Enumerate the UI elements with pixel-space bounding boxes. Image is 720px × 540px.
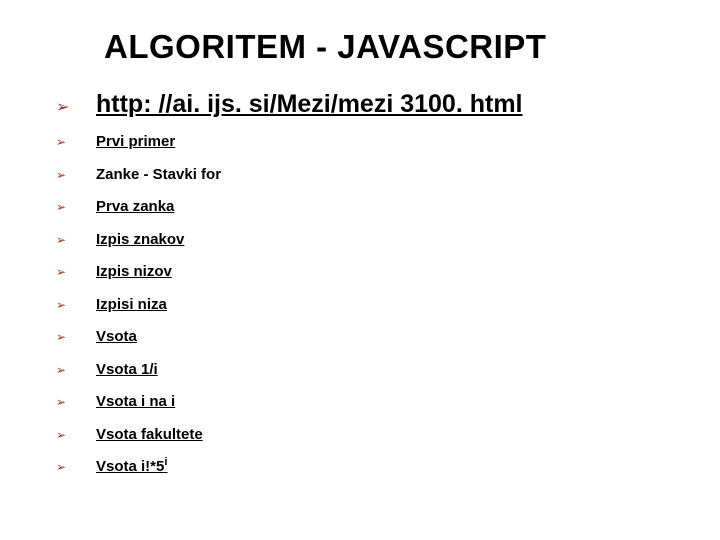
- link-text[interactable]: Vsota i na i: [96, 388, 175, 417]
- bullet-item: ➢Prva zanka: [50, 193, 670, 222]
- link-text[interactable]: Izpis znakov: [96, 226, 184, 255]
- page-title: ALGORITEM - JAVASCRIPT: [104, 28, 670, 66]
- superscript: i: [164, 456, 167, 468]
- bullet-item: ➢Izpis znakov: [50, 226, 670, 255]
- link-text[interactable]: Izpisi niza: [96, 291, 167, 320]
- bullet-item: ➢Zanke - Stavki for: [50, 161, 670, 190]
- bullet-icon: ➢: [50, 460, 96, 474]
- bullet-list: ➢http: //ai. ijs. si/Mezi/mezi 3100. htm…: [50, 84, 670, 482]
- bullet-icon: ➢: [50, 298, 96, 312]
- link-text[interactable]: Vsota 1/i: [96, 356, 158, 385]
- bullet-icon: ➢: [50, 200, 96, 214]
- bullet-item: ➢http: //ai. ijs. si/Mezi/mezi 3100. htm…: [50, 84, 670, 124]
- bullet-item: ➢Vsota i na i: [50, 388, 670, 417]
- bullet-item: ➢Vsota fakultete: [50, 421, 670, 450]
- link-text[interactable]: Vsota: [96, 323, 137, 352]
- bullet-icon: ➢: [50, 395, 96, 409]
- bullet-item: ➢Vsota: [50, 323, 670, 352]
- link-text[interactable]: Prvi primer: [96, 128, 175, 157]
- static-text: Zanke - Stavki for: [96, 161, 221, 190]
- bullet-icon: ➢: [50, 265, 96, 279]
- link-text[interactable]: Izpis nizov: [96, 258, 172, 287]
- link-text[interactable]: Prva zanka: [96, 193, 174, 222]
- link-text[interactable]: http: //ai. ijs. si/Mezi/mezi 3100. html: [96, 84, 523, 124]
- bullet-item: ➢Izpisi niza: [50, 291, 670, 320]
- bullet-icon: ➢: [50, 233, 96, 247]
- bullet-item: ➢Prvi primer: [50, 128, 670, 157]
- bullet-item: ➢Izpis nizov: [50, 258, 670, 287]
- bullet-item: ➢Vsota 1/i: [50, 356, 670, 385]
- bullet-icon: ➢: [50, 168, 96, 182]
- bullet-icon: ➢: [50, 97, 96, 117]
- slide: ALGORITEM - JAVASCRIPT ➢http: //ai. ijs.…: [0, 0, 720, 540]
- bullet-icon: ➢: [50, 428, 96, 442]
- bullet-icon: ➢: [50, 135, 96, 149]
- link-text[interactable]: Vsota i!*5i: [96, 453, 168, 482]
- bullet-icon: ➢: [50, 363, 96, 377]
- bullet-item: ➢Vsota i!*5i: [50, 453, 670, 482]
- link-text[interactable]: Vsota fakultete: [96, 421, 203, 450]
- bullet-icon: ➢: [50, 330, 96, 344]
